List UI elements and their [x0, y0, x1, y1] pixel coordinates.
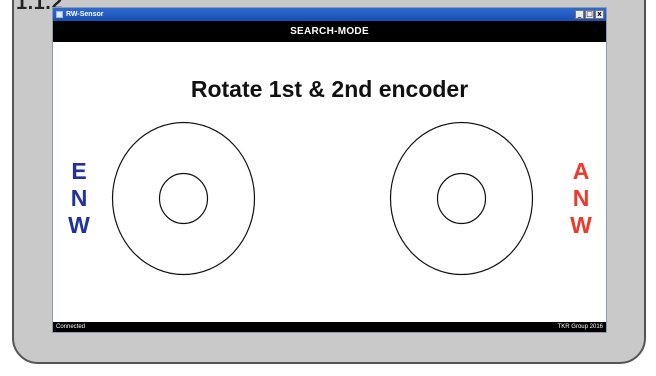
close-button[interactable]: x — [595, 10, 604, 19]
encoder-dial-icon — [111, 121, 256, 276]
window-controls: _ □ x — [575, 10, 604, 19]
instruction-text: Rotate 1st & 2nd encoder — [190, 76, 469, 102]
minimize-button[interactable]: _ — [575, 10, 584, 19]
app-icon — [56, 11, 63, 18]
maximize-button[interactable]: □ — [585, 10, 594, 19]
encoder-dial-icon — [389, 121, 534, 276]
right-direction-indicator: A N W — [566, 158, 596, 239]
left-indicator-letter: E — [71, 158, 87, 184]
left-indicator-letter: W — [68, 212, 90, 238]
left-direction-indicator: E N W — [64, 158, 94, 239]
app-window: RW-Sensor _ □ x SEARCH-MODE Rotate 1st &… — [52, 7, 607, 333]
window-titlebar[interactable]: RW-Sensor _ □ x — [53, 8, 606, 21]
left-indicator-letter: N — [70, 185, 88, 211]
window-title: RW-Sensor — [66, 11, 104, 18]
connection-status: Connected — [56, 324, 86, 330]
screenshot-stage: 1.1.2 RW-Sensor _ □ x SEARCH-MODE Rotate… — [0, 0, 656, 376]
right-indicator-letter: W — [570, 212, 592, 238]
copyright-text: TKR Group 2016 — [557, 324, 603, 330]
first-encoder-dial[interactable] — [111, 121, 256, 276]
right-indicator-letter: A — [572, 158, 590, 184]
status-bar: Connected TKR Group 2016 — [53, 322, 606, 332]
second-encoder-dial[interactable] — [389, 121, 534, 276]
mode-header: SEARCH-MODE — [53, 21, 606, 42]
right-indicator-letter: N — [572, 185, 590, 211]
